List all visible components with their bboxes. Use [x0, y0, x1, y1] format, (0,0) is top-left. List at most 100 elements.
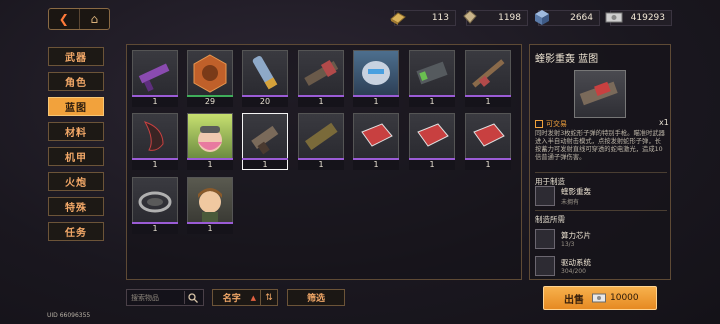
inventory-item[interactable]: 1	[465, 113, 511, 170]
trade-icon	[535, 120, 543, 128]
red-panel-icon	[353, 113, 399, 160]
sidebar-item-label: 蓝图	[65, 103, 87, 114]
sidebar-item-tasks[interactable]: 任务	[48, 222, 104, 241]
sort-order-icon[interactable]: ⇅	[260, 290, 277, 305]
item-count: 1	[465, 97, 511, 107]
resource-value: 2664	[570, 13, 593, 23]
sort-label: 名字	[222, 294, 241, 304]
inventory-item[interactable]: 1	[187, 113, 233, 170]
material-name: 算力芯片	[561, 231, 591, 240]
inventory-item[interactable]: 1	[132, 113, 178, 170]
inventory-item[interactable]: 1	[409, 50, 455, 107]
long-rifle-icon	[465, 50, 511, 97]
material-name: 驱动系统	[561, 258, 591, 267]
sidebar-item-materials[interactable]: 材料	[48, 122, 104, 141]
item-count: 1	[132, 224, 178, 234]
resource-crystal: 1198	[463, 10, 528, 26]
material-row[interactable]: 驱动系统 304/200	[535, 256, 591, 276]
inventory-item[interactable]: 1	[298, 50, 344, 107]
item-count: 1	[242, 160, 288, 170]
sidebar-item-blueprints[interactable]: 蓝图	[48, 97, 104, 116]
item-count: 1	[132, 97, 178, 107]
user-id: UID 66096355	[47, 312, 91, 319]
inventory-item[interactable]: 1	[465, 50, 511, 107]
sidebar-item-special[interactable]: 特殊	[48, 197, 104, 216]
item-count: 1	[132, 160, 178, 170]
inventory-item[interactable]: 29	[187, 50, 233, 107]
cube-icon	[535, 10, 549, 25]
shadow-blaster-icon	[242, 113, 288, 160]
sort-dropdown[interactable]: 名字 ▲ ⇅	[212, 289, 278, 306]
cash-icon	[605, 12, 623, 23]
inventory-item[interactable]: 1	[298, 113, 344, 170]
item-count: 1	[298, 97, 344, 107]
material-count: 13/3	[561, 241, 575, 248]
inventory-item[interactable]: 1	[187, 177, 233, 234]
home-button[interactable]: ⌂	[78, 9, 110, 29]
divider	[535, 210, 667, 211]
filter-button[interactable]: 筛选	[287, 289, 345, 306]
sidebar-item-mecha[interactable]: 机甲	[48, 147, 104, 166]
mecha-head-icon	[353, 50, 399, 97]
claw-weapon-icon	[132, 113, 178, 160]
needs-label: 制造所需	[535, 215, 565, 224]
resource-gold: 113	[390, 10, 456, 26]
search-input[interactable]: 搜索物品	[126, 289, 204, 306]
used-for-item[interactable]: 蝰影重轰 未拥有	[535, 186, 591, 206]
resource-value: 419293	[630, 13, 665, 23]
inventory-item[interactable]: 1	[132, 177, 178, 234]
cannon-shell-icon	[242, 50, 288, 97]
sidebar-item-weapons[interactable]: 武器	[48, 47, 104, 66]
item-count: 1	[409, 97, 455, 107]
inventory-item[interactable]: 1	[353, 113, 399, 170]
sidebar-item-label: 机甲	[65, 153, 87, 164]
caret-up-icon: ▲	[250, 293, 256, 302]
ring-launcher-icon	[132, 177, 178, 224]
material-count: 304/200	[561, 268, 586, 275]
chip-icon	[535, 229, 555, 249]
sidebar-item-label: 角色	[65, 78, 87, 89]
item-count: 1	[465, 160, 511, 170]
soldier-boy-portrait-icon	[187, 177, 233, 224]
sidebar-item-label: 武器	[65, 53, 87, 64]
inventory-item[interactable]: 1	[353, 50, 399, 107]
detail-quantity: x1	[659, 118, 669, 127]
sell-price: 10000	[610, 293, 639, 303]
item-count: 1	[298, 160, 344, 170]
sidebar-item-label: 材料	[65, 128, 87, 139]
sidebar-item-label: 特殊	[65, 203, 87, 214]
blueprint-rifle-icon	[132, 50, 178, 97]
item-count: 1	[353, 160, 399, 170]
sell-label: 出售	[564, 294, 584, 306]
drive-system-icon	[535, 256, 555, 276]
back-arrow-icon: ❮	[58, 12, 69, 26]
home-icon: ⌂	[90, 12, 99, 26]
item-count: 1	[187, 160, 233, 170]
filter-label: 筛选	[306, 294, 325, 304]
resource-cash: 419293	[605, 10, 672, 26]
back-button[interactable]: ❮	[49, 9, 79, 29]
weapon-icon	[535, 186, 555, 206]
gold-bar-icon	[390, 12, 406, 25]
sidebar-item-characters[interactable]: 角色	[48, 72, 104, 91]
detail-item-image	[574, 70, 626, 118]
divider	[535, 172, 667, 173]
resource-value: 113	[431, 13, 449, 23]
tradable-badge: 可交易	[535, 119, 567, 129]
search-icon[interactable]	[184, 291, 201, 304]
inventory-item[interactable]: 20	[242, 50, 288, 107]
inventory-item[interactable]: 1	[132, 50, 178, 107]
material-row[interactable]: 算力芯片 13/3	[535, 229, 591, 249]
sidebar-item-label: 火炮	[65, 178, 87, 189]
red-panel-icon	[409, 113, 455, 160]
detail-description: 同时发射3枚蛇形子弹的特别手枪。瞄准时武器进入半自动射击模式，点按发射蛇形子弹，…	[535, 130, 665, 161]
inventory-item[interactable]: 1	[409, 113, 455, 170]
sidebar-item-artillery[interactable]: 火炮	[48, 172, 104, 191]
tradable-label: 可交易	[546, 120, 567, 128]
resource-value: 1198	[498, 13, 521, 23]
red-panel-icon	[465, 113, 511, 160]
inventory-item-selected[interactable]: 1	[242, 113, 288, 170]
item-count: 1	[187, 224, 233, 234]
used-for-status: 未拥有	[561, 199, 580, 206]
sell-button[interactable]: 出售 10000	[543, 286, 657, 310]
